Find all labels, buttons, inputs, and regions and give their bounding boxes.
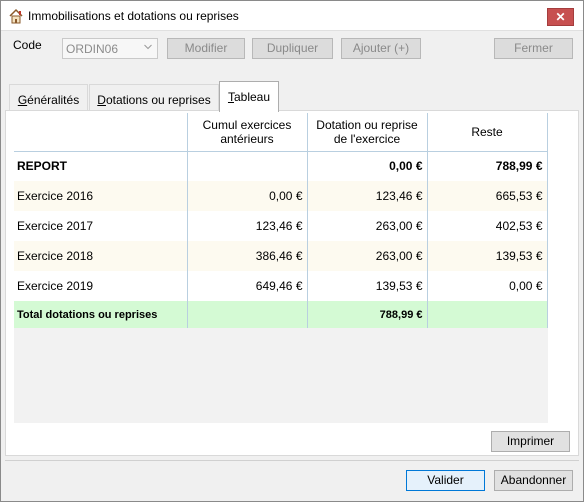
- table-row-2016[interactable]: Exercice 2016 0,00 € 123,46 € 665,53 €: [14, 181, 548, 211]
- tab-bar: Généralités Dotations ou reprises Tablea…: [5, 81, 579, 112]
- tab-dotations[interactable]: Dotations ou reprises: [89, 84, 219, 111]
- table-row-2019[interactable]: Exercice 2019 649,46 € 139,53 € 0,00 €: [14, 271, 548, 301]
- tab-generalites[interactable]: Généralités: [9, 84, 88, 111]
- table-row-report[interactable]: REPORT 0,00 € 788,99 €: [14, 151, 548, 181]
- code-select[interactable]: ORDIN06: [62, 38, 158, 59]
- house-icon: [9, 8, 23, 24]
- cell-label: Exercice 2017: [14, 211, 188, 241]
- fermer-button[interactable]: Fermer: [494, 38, 573, 59]
- tab-tableau-label: ableau: [233, 90, 271, 104]
- imprimer-button[interactable]: Imprimer: [491, 431, 570, 452]
- table-row-total[interactable]: Total dotations ou reprises 788,99 €: [14, 301, 548, 328]
- footer-divider: [5, 460, 579, 461]
- window-title: Immobilisations et dotations ou reprises: [28, 9, 239, 23]
- cell-cumul: 0,00 €: [187, 181, 308, 211]
- title-bar: Immobilisations et dotations ou reprises…: [1, 1, 583, 31]
- cell-reste: 139,53 €: [427, 241, 548, 271]
- cell-cumul: [187, 151, 308, 181]
- col-header-cumul-line1: Cumul exercices: [202, 117, 292, 132]
- data-grid[interactable]: Cumul exercices antérieurs Dotation ou r…: [14, 113, 548, 423]
- tab-dotations-label: otations ou reprises: [105, 93, 211, 107]
- col-header-cumul[interactable]: Cumul exercices antérieurs: [187, 113, 308, 152]
- col-header-label[interactable]: [14, 113, 188, 152]
- code-value: ORDIN06: [66, 42, 119, 56]
- code-label: Code: [13, 38, 42, 52]
- cell-dotation: 788,99 €: [307, 301, 428, 328]
- tab-dotations-mnemonic: D: [97, 93, 106, 107]
- col-header-dotation-line1: Dotation ou reprise: [316, 117, 418, 132]
- cell-cumul: 386,46 €: [187, 241, 308, 271]
- close-icon: ✕: [555, 10, 566, 24]
- cell-label: REPORT: [14, 151, 188, 181]
- tab-panel-tableau: Cumul exercices antérieurs Dotation ou r…: [5, 110, 579, 456]
- dialog-window: Immobilisations et dotations ou reprises…: [0, 0, 584, 502]
- col-header-cumul-line2: antérieurs: [220, 131, 274, 146]
- ajouter-button[interactable]: Ajouter (+): [341, 38, 421, 59]
- col-header-reste-label: Reste: [471, 124, 503, 139]
- cell-reste: 402,53 €: [427, 211, 548, 241]
- cell-dotation: 139,53 €: [307, 271, 428, 301]
- close-button[interactable]: ✕: [547, 8, 574, 26]
- cell-reste: [427, 301, 548, 328]
- cell-reste: 665,53 €: [427, 181, 548, 211]
- cell-dotation: 263,00 €: [307, 211, 428, 241]
- chevron-down-icon: [144, 44, 152, 50]
- cell-dotation: 123,46 €: [307, 181, 428, 211]
- modifier-button[interactable]: Modifier: [167, 38, 245, 59]
- col-header-dotation[interactable]: Dotation ou reprise de l'exercice: [307, 113, 428, 152]
- cell-cumul: 649,46 €: [187, 271, 308, 301]
- table-row-2017[interactable]: Exercice 2017 123,46 € 263,00 € 402,53 €: [14, 211, 548, 241]
- cell-label: Exercice 2016: [14, 181, 188, 211]
- cell-label: Exercice 2019: [14, 271, 188, 301]
- cell-cumul: 123,46 €: [187, 211, 308, 241]
- valider-button[interactable]: Valider: [406, 470, 485, 491]
- col-header-reste[interactable]: Reste: [427, 113, 548, 152]
- cell-label: Exercice 2018: [14, 241, 188, 271]
- abandonner-button[interactable]: Abandonner: [494, 470, 573, 491]
- tableau-table: Cumul exercices antérieurs Dotation ou r…: [14, 113, 548, 328]
- tab-tableau[interactable]: Tableau: [219, 81, 279, 112]
- cell-reste: 788,99 €: [427, 151, 548, 181]
- col-header-dotation-line2: de l'exercice: [333, 131, 401, 146]
- table-row-2018[interactable]: Exercice 2018 386,46 € 263,00 € 139,53 €: [14, 241, 548, 271]
- tab-generalites-label: énéralités: [27, 93, 80, 107]
- dupliquer-button[interactable]: Dupliquer: [252, 38, 333, 59]
- cell-dotation: 0,00 €: [307, 151, 428, 181]
- table-header-row: Cumul exercices antérieurs Dotation ou r…: [14, 113, 548, 152]
- tab-generalites-mnemonic: G: [17, 93, 28, 107]
- cell-cumul: [187, 301, 308, 328]
- cell-label: Total dotations ou reprises: [14, 301, 188, 328]
- cell-reste: 0,00 €: [427, 271, 548, 301]
- cell-dotation: 263,00 €: [307, 241, 428, 271]
